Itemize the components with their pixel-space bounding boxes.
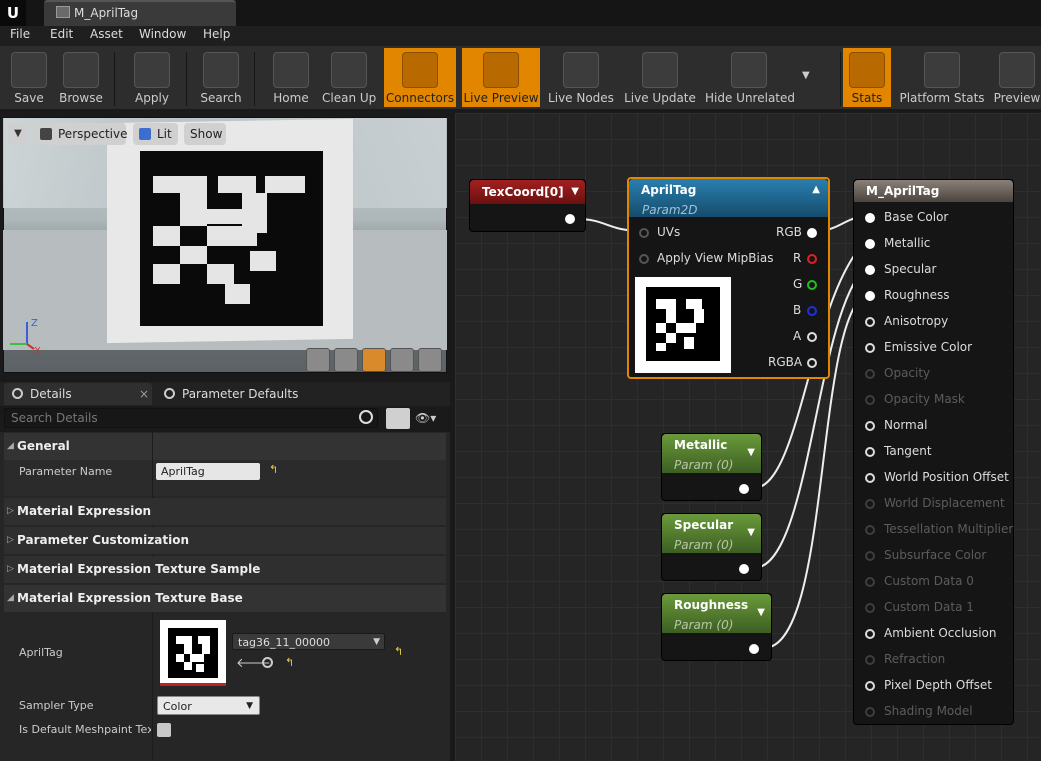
uvs-input-label: UVs	[657, 225, 681, 239]
r-output-pin[interactable]	[807, 254, 817, 264]
collapse-node-icon[interactable]: ▼	[747, 522, 755, 544]
result-pin-tangent[interactable]	[865, 447, 875, 457]
result-pin-label: Shading Model	[884, 704, 973, 718]
specular-output-pin[interactable]	[739, 564, 749, 574]
node-apriltag-title: AprilTag	[641, 183, 697, 197]
result-pin-ambient-occlusion[interactable]	[865, 629, 875, 639]
result-pin-label: Normal	[884, 418, 928, 432]
node-texture-preview	[635, 277, 731, 373]
result-pin-label: Opacity Mask	[884, 392, 965, 406]
collapse-node-icon[interactable]: ▼	[757, 602, 765, 624]
node-metallic-title: Metallic	[674, 438, 728, 452]
result-pin-custom-data-1[interactable]	[865, 603, 875, 613]
result-pin-label: Opacity	[884, 366, 931, 380]
result-pin-label: Metallic	[884, 236, 931, 250]
result-pin-shading-model[interactable]	[865, 707, 875, 717]
collapse-node-icon[interactable]: ▼	[747, 442, 755, 464]
node-roughness[interactable]: Roughness Param (0) ▼	[661, 593, 772, 661]
result-pin-refraction[interactable]	[865, 655, 875, 665]
node-roughness-title: Roughness	[674, 598, 749, 612]
node-texcoord[interactable]: TexCoord[0] ▼	[469, 179, 586, 232]
node-specular-header: Specular Param (0) ▼	[662, 514, 761, 553]
node-result-material[interactable]: M_AprilTag Base Color Metallic Specular Rou…	[853, 179, 1014, 725]
result-pin-normal[interactable]	[865, 421, 875, 431]
result-pin-world-displacement[interactable]	[865, 499, 875, 509]
result-pin-subsurface-color[interactable]	[865, 551, 875, 561]
rgb-output-label: RGB	[776, 225, 802, 239]
mipbias-input-label: Apply View MipBias	[657, 251, 774, 265]
node-metallic-subtitle: Param (0)	[674, 458, 734, 472]
result-pin-label: World Position Offset	[884, 470, 1009, 484]
result-pin-label: Roughness	[884, 288, 950, 302]
node-specular[interactable]: Specular Param (0) ▼	[661, 513, 762, 581]
node-result-title: M_AprilTag	[866, 184, 940, 198]
node-result-header: M_AprilTag	[854, 180, 1013, 202]
node-roughness-subtitle: Param (0)	[674, 618, 734, 632]
uvs-input-pin[interactable]	[639, 228, 649, 238]
result-pin-metallic[interactable]	[865, 239, 875, 249]
result-pin-label: Ambient Occlusion	[884, 626, 997, 640]
node-metallic-header: Metallic Param (0) ▼	[662, 434, 761, 473]
result-pin-world-position-offset[interactable]	[865, 473, 875, 483]
result-pin-label: Anisotropy	[884, 314, 949, 328]
rgba-output-label: RGBA	[768, 355, 803, 369]
result-pin-anisotropy[interactable]	[865, 317, 875, 327]
a-output-label: A	[793, 329, 802, 343]
result-pin-label: Pixel Depth Offset	[884, 678, 992, 692]
node-texcoord-header: TexCoord[0] ▼	[470, 180, 585, 204]
result-pin-label: Tangent	[884, 444, 932, 458]
node-texcoord-title: TexCoord[0]	[482, 185, 564, 199]
rgba-output-pin[interactable]	[807, 358, 817, 368]
result-pin-pixel-depth-offset[interactable]	[865, 681, 875, 691]
node-apriltag-subtitle: Param2D	[642, 203, 698, 217]
result-pin-label: Tessellation Multiplier	[884, 522, 1014, 536]
a-output-pin[interactable]	[807, 332, 817, 342]
result-pin-specular[interactable]	[865, 265, 875, 275]
node-apriltag-header: AprilTag Param2D ▲	[629, 179, 828, 217]
result-pin-label: Specular	[884, 262, 937, 276]
node-roughness-header: Roughness Param (0) ▼	[662, 594, 771, 633]
result-pin-custom-data-0[interactable]	[865, 577, 875, 587]
result-pin-label: Custom Data 0	[884, 574, 974, 588]
result-pin-base-color[interactable]	[865, 213, 875, 223]
b-output-pin[interactable]	[807, 306, 817, 316]
result-pin-label: Refraction	[884, 652, 946, 666]
apriltag-preview-icon	[646, 287, 720, 361]
node-specular-subtitle: Param (0)	[674, 538, 734, 552]
b-output-label: B	[793, 303, 802, 317]
node-specular-title: Specular	[674, 518, 734, 532]
collapse-node-icon[interactable]: ▼	[571, 180, 579, 204]
result-pin-opacity[interactable]	[865, 369, 875, 379]
node-apriltag[interactable]: AprilTag Param2D ▲ UVs Apply View MipBia…	[627, 177, 830, 379]
rgb-output-pin[interactable]	[807, 228, 817, 238]
result-pin-emissive-color[interactable]	[865, 343, 875, 353]
collapse-node-icon[interactable]: ▲	[812, 179, 820, 201]
result-pin-tessellation-multiplier[interactable]	[865, 525, 875, 535]
g-output-label: G	[793, 277, 803, 291]
result-pin-opacity-mask[interactable]	[865, 395, 875, 405]
node-metallic[interactable]: Metallic Param (0) ▼	[661, 433, 762, 501]
g-output-pin[interactable]	[807, 280, 817, 290]
result-pin-label: Custom Data 1	[884, 600, 974, 614]
result-pin-label: Subsurface Color	[884, 548, 987, 562]
metallic-output-pin[interactable]	[739, 484, 749, 494]
result-pin-roughness[interactable]	[865, 291, 875, 301]
r-output-label: R	[793, 251, 802, 265]
result-pin-label: Emissive Color	[884, 340, 973, 354]
result-pin-label: Base Color	[884, 210, 949, 224]
texcoord-output-pin[interactable]	[565, 214, 575, 224]
roughness-output-pin[interactable]	[749, 644, 759, 654]
result-pin-label: World Displacement	[884, 496, 1005, 510]
mipbias-input-pin[interactable]	[639, 254, 649, 264]
